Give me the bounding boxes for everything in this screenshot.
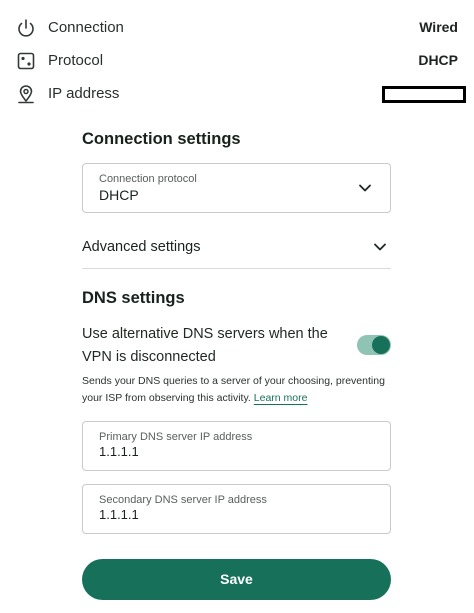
primary-dns-label: Primary DNS server IP address <box>99 431 253 443</box>
connection-value: Wired <box>419 19 458 35</box>
power-icon <box>18 19 34 37</box>
secondary-dns-field: Secondary DNS server IP address <box>82 484 391 534</box>
protocol-label: Protocol <box>48 52 104 69</box>
advanced-settings-toggle[interactable]: Advanced settings <box>82 232 391 269</box>
chevron-down-icon <box>374 243 386 251</box>
chevron-down-icon <box>359 184 371 192</box>
toggle-knob <box>372 336 390 354</box>
dns-description-text: Sends your DNS queries to a server of yo… <box>82 375 385 404</box>
primary-dns-field: Primary DNS server IP address <box>82 421 391 471</box>
connection-protocol-select[interactable]: Connection protocol DHCP <box>82 163 391 213</box>
connection-settings-heading: Connection settings <box>82 130 241 148</box>
connection-protocol-label: Connection protocol <box>99 173 197 185</box>
dns-description: Sends your DNS queries to a server of yo… <box>82 373 397 407</box>
save-button[interactable]: Save <box>82 559 391 600</box>
advanced-settings-label: Advanced settings <box>82 239 201 255</box>
learn-more-link[interactable]: Learn more <box>254 392 308 404</box>
dns-settings-heading: DNS settings <box>82 289 185 307</box>
secondary-dns-input[interactable] <box>99 507 369 522</box>
protocol-icon <box>17 52 35 70</box>
primary-dns-input[interactable] <box>99 444 369 459</box>
alternative-dns-toggle[interactable] <box>357 335 391 355</box>
connection-protocol-value: DHCP <box>99 187 139 203</box>
info-row-protocol: Protocol DHCP <box>0 48 474 76</box>
info-row-connection: Connection Wired <box>0 15 474 43</box>
location-pin-icon <box>18 85 34 104</box>
alternative-dns-toggle-label: Use alternative DNS servers when the VPN… <box>82 326 328 365</box>
ip-address-redacted <box>382 86 466 103</box>
secondary-dns-label: Secondary DNS server IP address <box>99 494 267 506</box>
connection-label: Connection <box>48 19 124 36</box>
protocol-value: DHCP <box>418 52 458 68</box>
ip-address-label: IP address <box>48 85 120 102</box>
